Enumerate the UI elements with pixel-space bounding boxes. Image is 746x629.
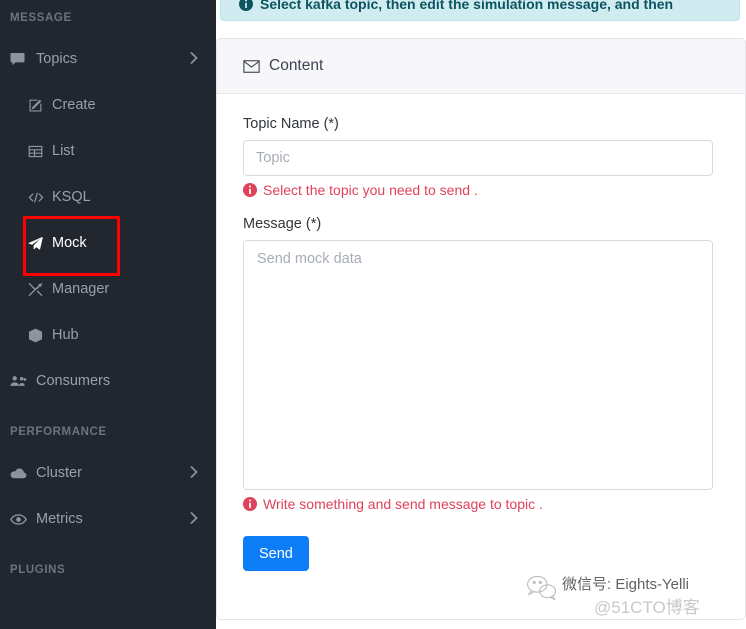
topic-name-input[interactable]: [243, 140, 713, 176]
sidebar-item-label: Cluster: [36, 465, 82, 481]
sidebar-item-metrics[interactable]: Metrics: [0, 496, 216, 542]
card-title: Content: [269, 57, 324, 74]
sidebar-item-topics[interactable]: Topics: [0, 36, 216, 82]
cube-icon: [28, 328, 48, 343]
edit-icon: [28, 98, 48, 113]
send-button[interactable]: Send: [243, 536, 309, 571]
sidebar-item-label: List: [52, 143, 75, 159]
sidebar-item-create[interactable]: Create: [0, 82, 216, 128]
sidebar-item-label: Mock: [52, 235, 87, 251]
sidebar-item-mock[interactable]: Mock: [0, 220, 216, 266]
sidebar-section-title-performance: PERFORMANCE: [10, 426, 107, 438]
sidebar-item-label: Create: [52, 97, 96, 113]
sidebar-item-ksql[interactable]: KSQL: [0, 174, 216, 220]
info-circle-icon: [239, 0, 253, 11]
sidebar-item-label: Manager: [52, 281, 110, 297]
users-icon: [10, 374, 32, 388]
sidebar-item-label: Metrics: [36, 511, 83, 527]
info-alert-text: Select kafka topic, then edit the simula…: [260, 0, 674, 12]
topic-name-help: Select the topic you need to send .: [243, 182, 745, 198]
cloud-icon: [10, 467, 32, 480]
app-root: MESSAGE Topics Create List KSQL Mock Man…: [0, 0, 746, 629]
sidebar-item-label: Topics: [36, 51, 78, 67]
tools-icon: [28, 282, 48, 297]
sidebar-item-hub[interactable]: Hub: [0, 312, 216, 358]
sidebar-item-label: Hub: [52, 327, 79, 343]
table-icon: [28, 144, 48, 159]
message-help: Write something and send message to topi…: [243, 496, 745, 512]
message-textarea[interactable]: [243, 240, 713, 490]
content-card: Content Topic Name (*) Select the topic …: [216, 38, 746, 620]
topic-name-label: Topic Name (*): [243, 116, 339, 132]
info-circle-icon: [243, 497, 257, 511]
sidebar-item-list[interactable]: List: [0, 128, 216, 174]
sidebar-item-manager[interactable]: Manager: [0, 266, 216, 312]
sidebar-item-cluster[interactable]: Cluster: [0, 450, 216, 496]
topic-name-help-text: Select the topic you need to send .: [263, 182, 478, 198]
main-content: Select kafka topic, then edit the simula…: [216, 0, 746, 629]
card-header: Content: [217, 39, 745, 94]
sidebar: MESSAGE Topics Create List KSQL Mock Man…: [0, 0, 216, 629]
info-circle-icon: [243, 183, 257, 197]
message-label: Message (*): [243, 216, 322, 232]
sidebar-section-title-message: MESSAGE: [10, 12, 72, 24]
code-icon: [28, 190, 48, 205]
info-alert-banner: Select kafka topic, then edit the simula…: [220, 0, 740, 21]
paper-plane-icon: [28, 236, 48, 251]
card-body: Topic Name (*) Select the topic you need…: [217, 94, 745, 571]
chevron-right-icon: [190, 511, 198, 527]
envelope-icon: [243, 59, 260, 73]
sidebar-item-label: Consumers: [36, 373, 111, 389]
comment-icon: [10, 52, 32, 67]
chevron-right-icon: [190, 51, 198, 67]
sidebar-item-label: KSQL: [52, 189, 91, 205]
chevron-right-icon: [190, 465, 198, 481]
sidebar-item-consumers[interactable]: Consumers: [0, 358, 216, 404]
eye-icon: [10, 513, 32, 526]
message-help-text: Write something and send message to topi…: [263, 496, 543, 512]
sidebar-section-title-plugins: PLUGINS: [10, 564, 66, 576]
